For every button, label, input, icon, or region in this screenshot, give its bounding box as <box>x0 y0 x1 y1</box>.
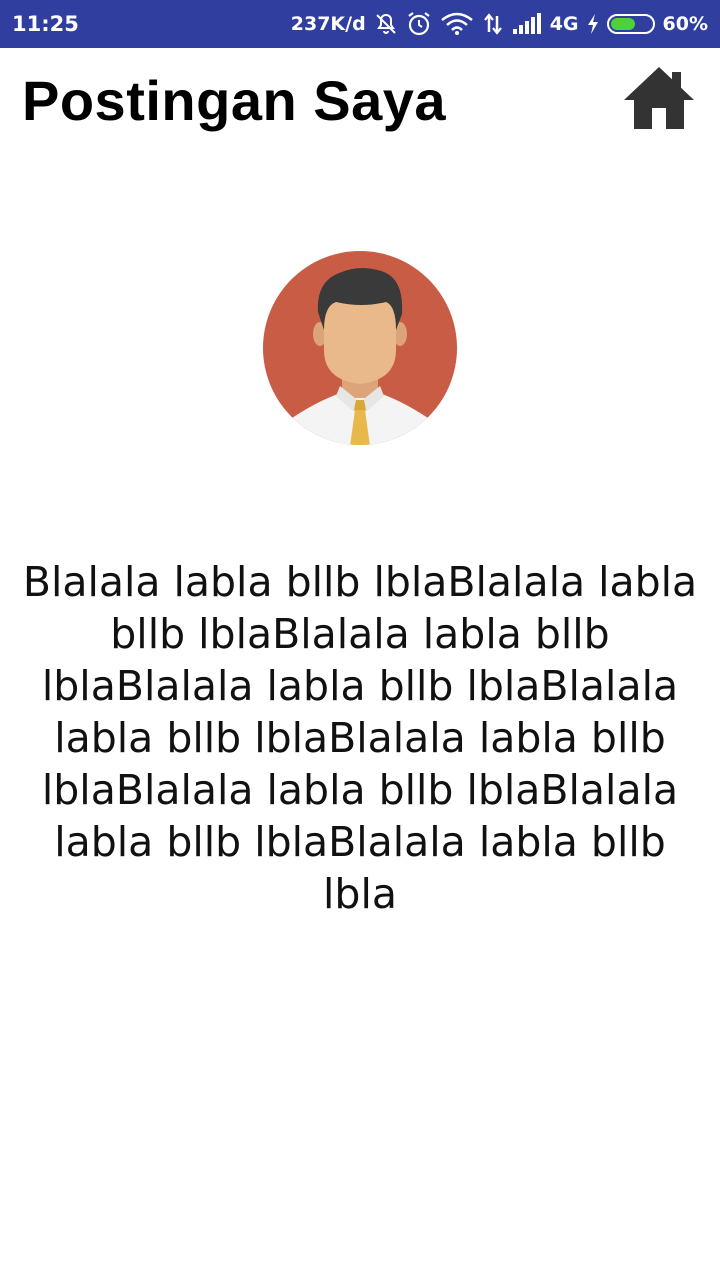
signal-icon <box>512 13 542 35</box>
home-button[interactable] <box>622 64 696 132</box>
home-icon <box>624 67 694 129</box>
alarm-icon <box>406 11 432 37</box>
battery-icon <box>606 14 655 34</box>
status-bar: 11:25 237K/d 4G 60% <box>0 0 720 48</box>
post-text: Blalala labla bllb lblaBlalala labla bll… <box>22 558 698 918</box>
status-time: 11:25 <box>12 12 79 36</box>
battery-body <box>606 14 655 34</box>
network-type: 4G <box>549 13 579 35</box>
charging-icon <box>587 13 599 35</box>
mute-bell-icon <box>374 12 398 36</box>
data-transfer-icon <box>482 12 504 36</box>
network-speed: 237K/d <box>290 13 366 35</box>
wifi-icon <box>440 12 474 36</box>
battery-percent: 60% <box>662 13 708 35</box>
avatar <box>262 250 458 446</box>
page-title: Postingan Saya <box>22 69 447 132</box>
battery-level-fill <box>610 18 635 30</box>
status-icons: 237K/d 4G 60% <box>291 0 708 48</box>
